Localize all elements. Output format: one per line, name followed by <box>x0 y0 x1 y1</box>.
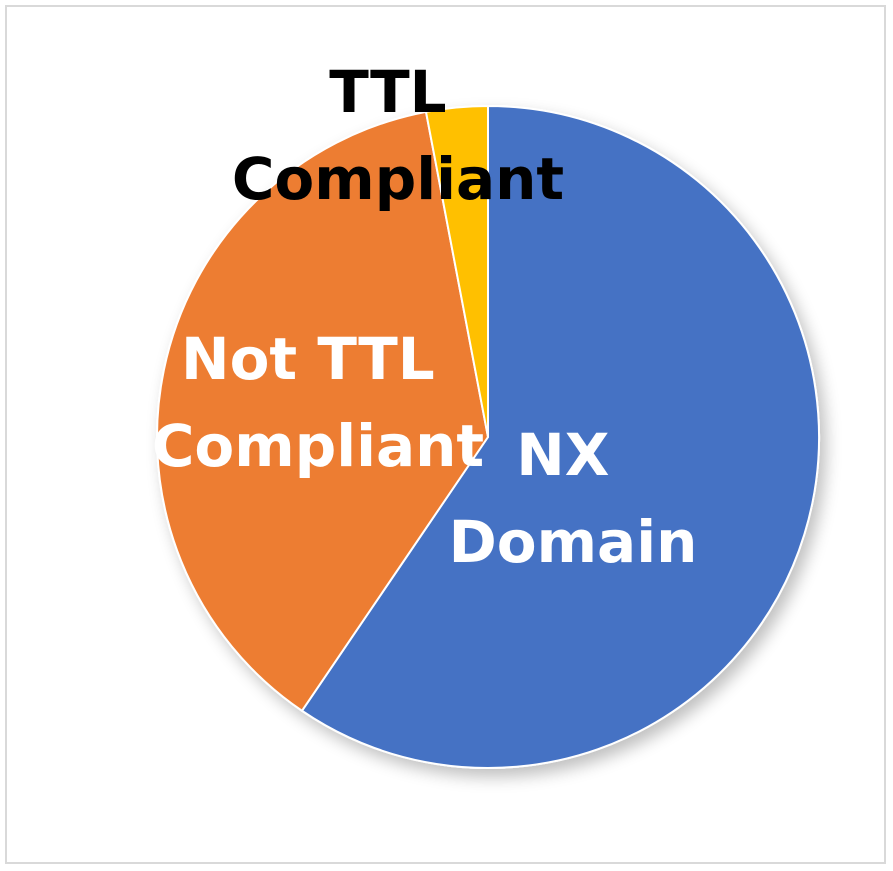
slice-label-nx-domain-line-1: NX <box>516 421 609 489</box>
slice-label-ttl-compliant-line-1: TTL <box>329 58 446 126</box>
slice-label-nx-domain-line-2: Domain <box>449 508 698 576</box>
slice-label-not-ttl-compliant-line-2: Compliant <box>152 412 484 480</box>
slice-label-ttl-compliant-line-2: Compliant <box>232 145 564 213</box>
pie-chart: NX Domain Not TTL Compliant TTL Complian… <box>152 58 820 769</box>
slice-label-not-ttl-compliant-line-1: Not TTL <box>181 325 435 393</box>
